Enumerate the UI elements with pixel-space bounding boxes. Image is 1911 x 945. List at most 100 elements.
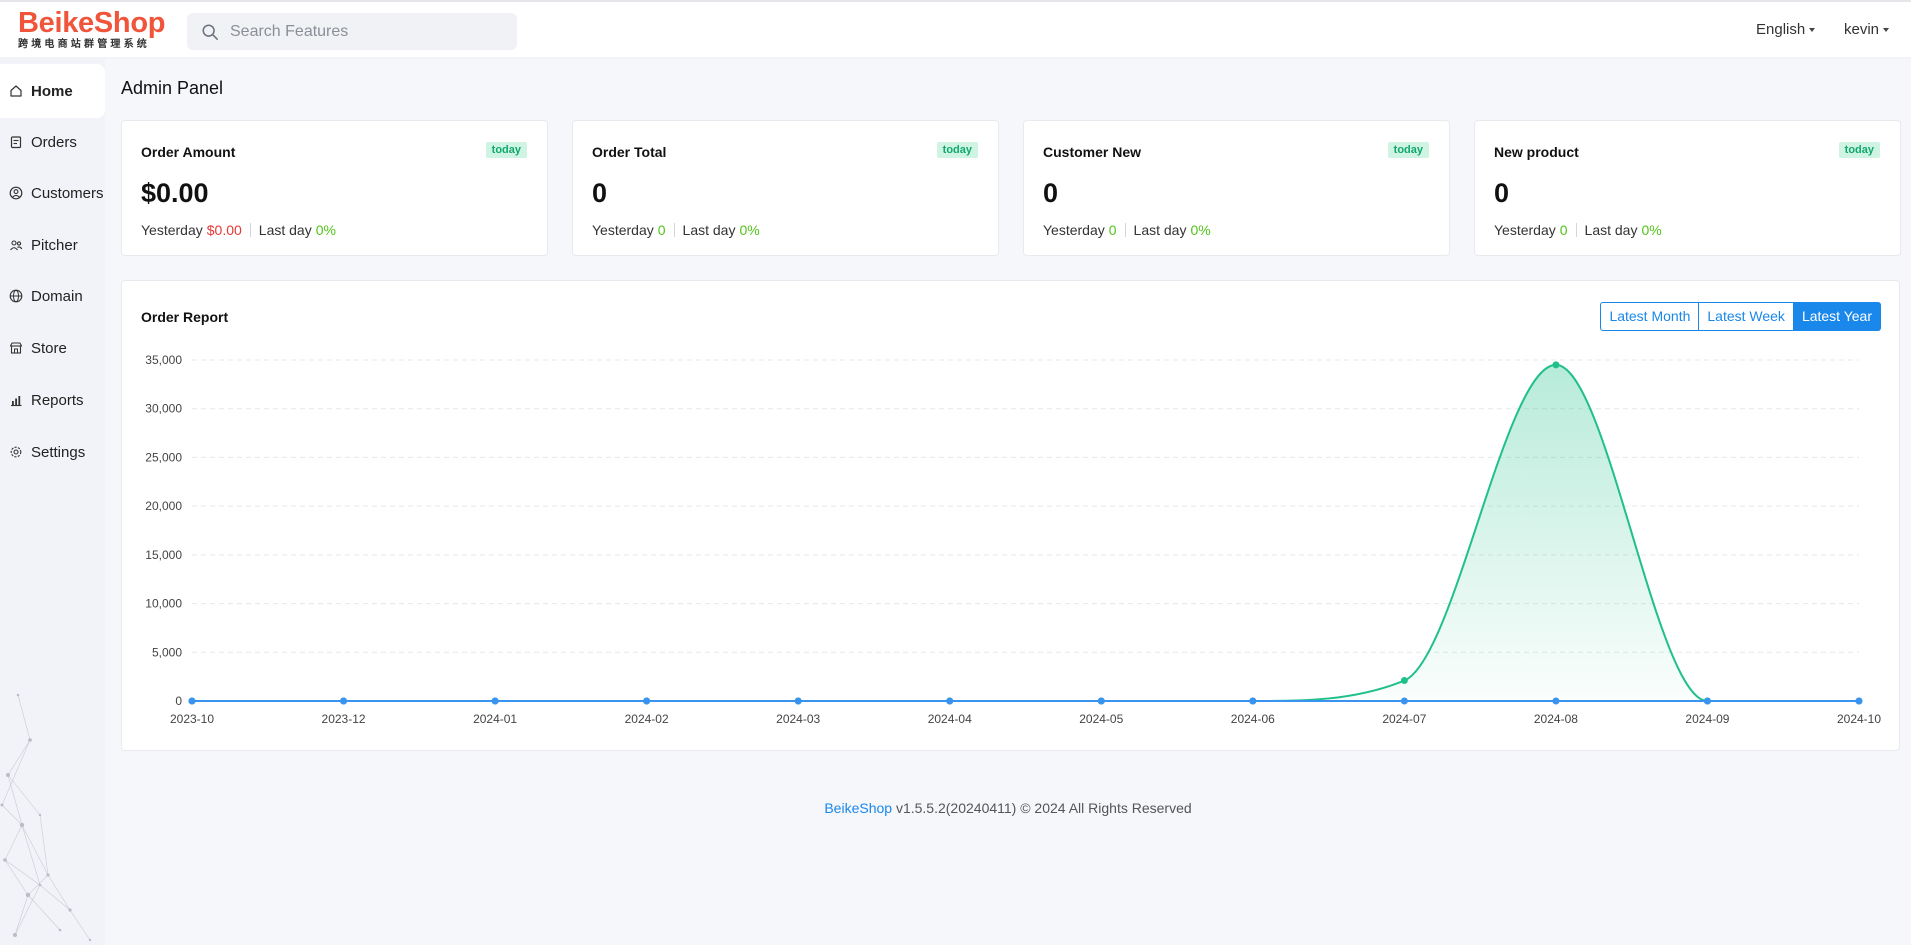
sidebar-item-label: Orders (31, 133, 77, 151)
page-title: Admin Panel (121, 78, 224, 98)
logo-tagline: 跨境电商站群管理系统 (18, 39, 150, 50)
x-tick-label: 2024-07 (1382, 712, 1426, 726)
top-bar: BeikeShop 跨境电商站群管理系统 English kevin (0, 0, 1911, 57)
lastday-label: Last day (1584, 222, 1638, 238)
today-badge: today (485, 142, 527, 158)
orders-icon (10, 136, 22, 149)
home-icon (10, 85, 22, 97)
y-tick-label: 15,000 (145, 548, 182, 562)
order-report-card: 0 5,000 10,000 15,000 20,000 25,000 30,000 35,0… (121, 280, 1900, 751)
divider (249, 223, 251, 237)
search-input[interactable] (230, 22, 510, 41)
data-point (1552, 697, 1560, 705)
x-tick-label: 2024-01 (473, 712, 517, 726)
divider (673, 223, 675, 237)
sidebar-item-customers[interactable]: Customers (0, 166, 105, 220)
sidebar-item-label: Settings (31, 443, 86, 461)
report-title: Order Report (141, 309, 229, 325)
y-tick-label: 5,000 (152, 645, 182, 659)
stat-title: Order Total (592, 144, 667, 160)
y-tick-label: 10,000 (145, 597, 182, 611)
series-area (192, 364, 1859, 701)
sidebar-item-home[interactable]: Home (0, 64, 105, 118)
stat-footer: Yesterday 0 Last day 0% (592, 222, 760, 238)
stat-title: Order Amount (141, 144, 236, 160)
data-point (794, 697, 802, 705)
yesterday-value: $0.00 (206, 222, 242, 238)
sidebar-item-domain[interactable]: Domain (0, 269, 105, 323)
x-tick-label: 2023-10 (170, 712, 214, 726)
lastday-value: 0% (739, 222, 760, 238)
yesterday-label: Yesterday (1494, 222, 1556, 238)
lastday-label: Last day (258, 222, 312, 238)
stat-value: 0 (1043, 178, 1059, 208)
language-dropdown[interactable]: English (1756, 21, 1816, 38)
lastday-label: Last day (1133, 222, 1187, 238)
sidebar-item-label: Customers (31, 184, 104, 202)
divider (1575, 223, 1577, 237)
latest-year-button[interactable]: Latest Year (1793, 302, 1881, 331)
y-tick-label: 25,000 (145, 450, 182, 464)
stat-value: $0.00 (141, 178, 209, 208)
data-point (188, 697, 196, 705)
sidebar-item-pitcher[interactable]: Pitcher (0, 218, 105, 272)
footer: BeikeShop v1.5.5.2(20240411) © 2024 All … (0, 800, 1911, 816)
today-badge: today (936, 142, 978, 158)
yesterday-label: Yesterday (592, 222, 654, 238)
data-point (1097, 697, 1105, 705)
sidebar-item-label: Reports (31, 391, 84, 409)
search-box[interactable] (187, 13, 517, 50)
data-point (340, 697, 348, 705)
stat-card-order-total: Order Total today 0 Yesterday 0 Last day 0… (572, 120, 999, 256)
stat-title: New product (1494, 144, 1579, 160)
latest-week-button[interactable]: Latest Week (1699, 302, 1794, 331)
sidebar-item-store[interactable]: Store (0, 321, 105, 375)
user-dropdown[interactable]: kevin (1844, 21, 1890, 38)
stat-footer: Yesterday $0.00 Last day 0% (141, 222, 336, 238)
order-report-chart: 0 5,000 10,000 15,000 20,000 25,000 30,000 35,0… (145, 353, 1881, 726)
lastday-value: 0% (1641, 222, 1662, 238)
stat-value: 0 (592, 178, 608, 208)
latest-month-button[interactable]: Latest Month (1600, 302, 1700, 331)
x-tick-label: 2024-04 (928, 712, 972, 726)
stat-card-order-amount: Order Amount today $0.00 Yesterday $0.00 … (121, 120, 548, 256)
pitcher-icon (10, 240, 23, 251)
yesterday-value: 0 (1559, 222, 1568, 238)
globe-icon (9, 289, 23, 303)
sidebar-item-label: Pitcher (31, 236, 78, 254)
x-tick-label: 2024-09 (1685, 712, 1729, 726)
x-tick-label: 2024-05 (1079, 712, 1123, 726)
sidebar-item-label: Domain (31, 287, 83, 305)
footer-brand-link[interactable]: BeikeShop (824, 800, 892, 816)
user-name: kevin (1844, 21, 1880, 38)
logo[interactable]: BeikeShop 跨境电商站群管理系统 (18, 8, 168, 52)
stat-title: Customer New (1043, 144, 1142, 160)
data-point (491, 697, 499, 705)
x-tick-label: 2024-08 (1534, 712, 1578, 726)
data-point (1400, 697, 1408, 705)
sidebar-item-orders[interactable]: Orders (0, 115, 105, 169)
data-point (643, 697, 651, 705)
stat-card-customer-new: Customer New today 0 Yesterday 0 Last day… (1023, 120, 1450, 256)
lastday-value: 0% (1190, 222, 1211, 238)
divider (1124, 223, 1126, 237)
x-tick-label: 2024-10 (1837, 712, 1881, 726)
today-badge: today (1838, 142, 1880, 158)
logo-name: BeikeShop (18, 7, 166, 39)
x-tick-label: 2024-02 (625, 712, 669, 726)
chevron-down-icon (1809, 27, 1816, 32)
lastday-value: 0% (315, 222, 336, 238)
stat-footer: Yesterday 0 Last day 0% (1494, 222, 1662, 238)
x-tick-label: 2024-03 (776, 712, 820, 726)
data-point (946, 697, 954, 705)
data-point (1855, 697, 1863, 705)
today-badge: today (1387, 142, 1429, 158)
search-icon (202, 23, 218, 40)
y-tick-label: 30,000 (145, 402, 182, 416)
yesterday-label: Yesterday (141, 222, 203, 238)
gear-icon (10, 446, 22, 458)
yesterday-label: Yesterday (1043, 222, 1105, 238)
data-point (1249, 697, 1257, 705)
sidebar-item-settings[interactable]: Settings (0, 425, 105, 479)
sidebar-item-reports[interactable]: Reports (0, 373, 105, 427)
